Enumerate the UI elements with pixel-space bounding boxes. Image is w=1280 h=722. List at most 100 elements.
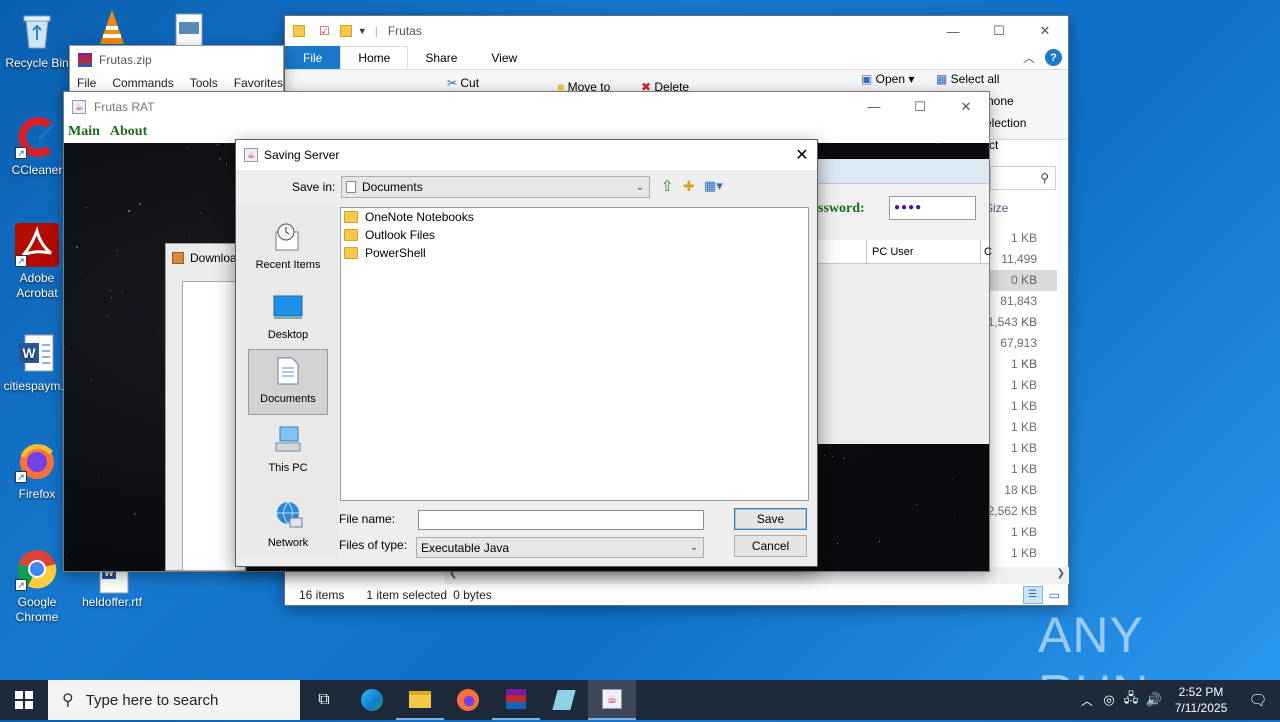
size-cell[interactable]: 1 KB	[985, 396, 1057, 417]
desktop-icon-label: Recycle Bin	[5, 56, 69, 70]
qat-dropdown-icon[interactable]: ▼	[358, 26, 367, 36]
show-hidden-icons-icon[interactable]: ︿	[1076, 692, 1098, 709]
menu-favorites[interactable]: Favorites	[234, 76, 283, 90]
tab-file[interactable]: File	[285, 46, 341, 69]
size-cell[interactable]: 1 KB	[985, 228, 1057, 249]
scroll-right-icon[interactable]: ❯	[1057, 568, 1065, 579]
size-cell[interactable]: 1 KB	[985, 354, 1057, 375]
size-cell[interactable]: 18 KB	[985, 480, 1057, 501]
save-in-value: Documents	[362, 180, 423, 194]
size-cell[interactable]: 1,543 KB	[985, 312, 1057, 333]
select-group-label: ct	[989, 138, 999, 152]
size-cell[interactable]: 81,843 KB	[985, 291, 1057, 329]
network-icon[interactable]: 🖧	[1120, 689, 1142, 711]
volume-icon[interactable]: 🔊	[1142, 692, 1166, 708]
file-list-item-label: PowerShell	[365, 246, 426, 260]
task-view-button[interactable]: ⧉	[300, 680, 348, 720]
place-recent-items[interactable]: Recent Items	[248, 216, 328, 282]
maximize-button[interactable]: ☐	[897, 92, 943, 121]
taskbar-search[interactable]: ⚲ Type here to search	[48, 680, 300, 720]
taskbar-edge[interactable]	[348, 680, 396, 720]
tab-home[interactable]: Home	[340, 46, 409, 69]
size-cell[interactable]: 1 KB	[985, 417, 1057, 438]
search-box[interactable]: ⚲	[990, 166, 1056, 190]
column-pc-user[interactable]: PC User	[872, 246, 914, 258]
close-button[interactable]: ✕	[1022, 16, 1068, 46]
cut-button[interactable]: ✂ Cut	[447, 76, 479, 90]
size-cell[interactable]: 0 KB	[985, 270, 1057, 291]
create-new-folder-icon[interactable]: ✚	[683, 178, 695, 195]
menu-file[interactable]: File	[77, 76, 96, 90]
close-button[interactable]: ✕	[943, 92, 989, 121]
star-decoration	[844, 458, 845, 459]
menu-tools[interactable]: Tools	[190, 76, 218, 90]
tab-share[interactable]: Share	[408, 46, 474, 69]
star-decoration	[217, 144, 218, 145]
download-window[interactable]: Downloa	[165, 243, 246, 571]
size-cell[interactable]: 67,913 KB	[985, 333, 1057, 371]
size-cell[interactable]: 1 KB	[985, 522, 1057, 543]
clients-table-header: PC User C	[818, 240, 992, 264]
star-decoration	[879, 541, 880, 542]
column-c[interactable]: C	[984, 246, 992, 258]
save-button[interactable]: Save	[734, 508, 807, 530]
minimize-button[interactable]: —	[930, 16, 976, 46]
file-list[interactable]: OneNote Notebooks Outlook Files PowerShell	[340, 207, 809, 501]
place-network[interactable]: Network	[248, 494, 328, 560]
file-list-item[interactable]: Outlook Files	[341, 226, 808, 244]
select-all-button[interactable]: ▦ Select all	[936, 72, 999, 86]
files-of-type-combo[interactable]: Executable Java ⌄	[416, 537, 704, 558]
select-none-button[interactable]: none	[987, 94, 1014, 108]
system-tray: ︿ ◎ 🖧 🔊 2:52 PM 7/11/2025 🗨	[1076, 680, 1280, 720]
size-cell[interactable]: 1 KB	[985, 543, 1057, 564]
file-list-item[interactable]: OneNote Notebooks	[341, 208, 808, 226]
open-button[interactable]: ▣ Open ▾	[861, 72, 914, 86]
place-desktop[interactable]: Desktop	[248, 286, 328, 352]
collapse-ribbon-icon[interactable]: ︿	[1023, 49, 1035, 66]
taskbar-firefox[interactable]	[444, 680, 492, 720]
size-cell[interactable]: 1 KB	[985, 375, 1057, 396]
dialog-titlebar: ☕ Saving Server ✕	[236, 140, 817, 170]
properties-icon[interactable]: ☑	[319, 24, 330, 38]
taskbar-java-app[interactable]: ☕	[588, 680, 636, 720]
minimize-button[interactable]: —	[851, 92, 897, 121]
save-dialog[interactable]: ☕ Saving Server ✕ Save in: Documents ⌄ ⇧…	[235, 139, 818, 567]
rat-panel: ssword: ●●●● PC User C	[818, 159, 992, 444]
size-cell[interactable]: 2,562 KB	[985, 501, 1057, 522]
details-view-icon[interactable]: ☰	[1022, 586, 1043, 604]
place-documents[interactable]: Documents	[248, 349, 328, 415]
size-cell[interactable]: 1 KB	[985, 459, 1057, 480]
large-icons-view-icon[interactable]: ▭	[1049, 588, 1060, 602]
taskbar-winrar[interactable]	[492, 680, 540, 720]
desktop-icon-recycle-bin[interactable]: Recycle Bin	[1, 8, 73, 71]
invert-selection-button[interactable]: election	[985, 116, 1026, 130]
menu-main[interactable]: Main	[68, 124, 100, 140]
file-list-item[interactable]: PowerShell	[341, 244, 808, 262]
file-name-label: File name:	[339, 512, 396, 526]
clock[interactable]: 2:52 PM 7/11/2025	[1166, 684, 1236, 716]
password-field[interactable]: ●●●●	[889, 196, 976, 220]
menu-commands[interactable]: Commands	[112, 76, 173, 90]
close-button[interactable]: ✕	[787, 145, 817, 165]
cancel-button[interactable]: Cancel	[734, 535, 807, 557]
maximize-button[interactable]: ☐	[976, 16, 1022, 46]
menu-about[interactable]: About	[110, 124, 147, 140]
taskbar-file-explorer[interactable]	[396, 680, 444, 720]
help-icon[interactable]: ?	[1045, 49, 1062, 66]
star-decoration	[219, 158, 221, 160]
tab-view[interactable]: View	[474, 46, 534, 69]
taskbar-notepad[interactable]	[540, 680, 588, 720]
place-this-pc[interactable]: This PC	[248, 419, 328, 485]
save-in-combo[interactable]: Documents ⌄	[341, 176, 650, 198]
up-one-level-icon[interactable]: ⇧	[661, 177, 674, 195]
star-decoration	[64, 347, 65, 348]
view-menu-icon[interactable]: ▦▾	[704, 178, 723, 194]
new-folder-icon[interactable]	[339, 25, 352, 37]
file-name-input[interactable]	[418, 510, 704, 530]
notifications-icon[interactable]: 🗨	[1236, 691, 1280, 709]
meet-now-icon[interactable]: ◎	[1098, 692, 1120, 708]
size-cell[interactable]: 11,499 KB	[985, 249, 1057, 287]
size-cell[interactable]: 1 KB	[985, 438, 1057, 459]
start-button[interactable]	[0, 680, 48, 720]
window-title: Frutas RAT	[94, 99, 155, 114]
